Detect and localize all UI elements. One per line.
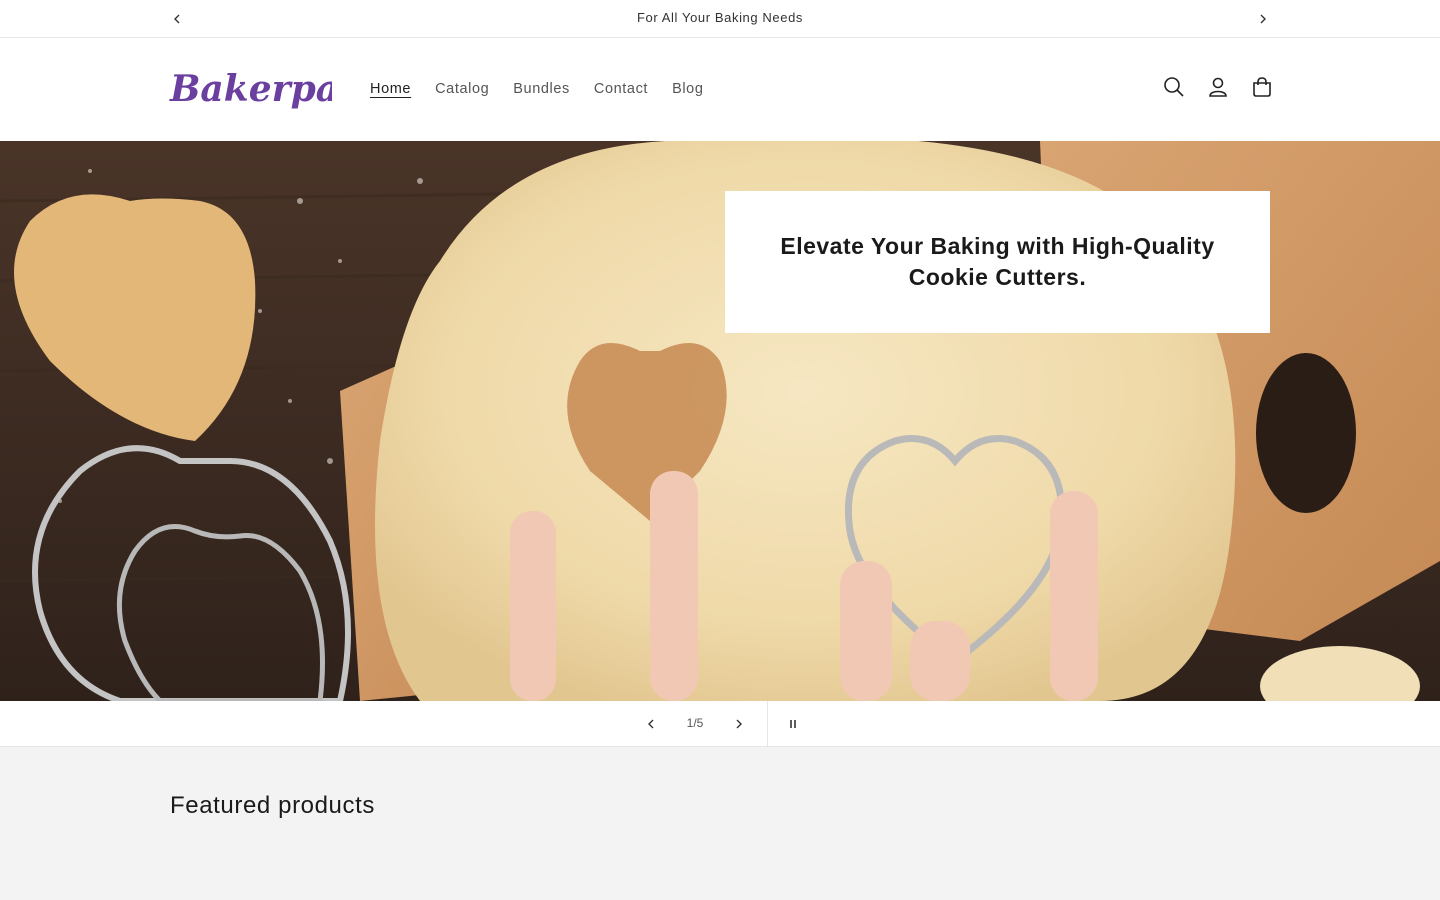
header-icons [1162, 75, 1274, 99]
cart-button[interactable] [1250, 75, 1274, 99]
announcement-next-button[interactable] [1253, 9, 1273, 29]
nav-item-catalog[interactable]: Catalog [423, 77, 501, 101]
cart-icon [1253, 77, 1271, 97]
logo-text: Bakerpan [169, 68, 332, 110]
slide-total: 5 [696, 716, 704, 730]
hero-slideshow: Elevate Your Baking with High-Quality Co… [0, 141, 1440, 701]
chevron-right-icon [1260, 14, 1266, 24]
slider-controls: 1/5 [0, 701, 1440, 747]
announcement-text: For All Your Baking Needs [636, 10, 804, 25]
hero-text-box: Elevate Your Baking with High-Quality Co… [725, 191, 1270, 333]
controls-divider [767, 701, 768, 747]
hero-heading: Elevate Your Baking with High-Quality Co… [780, 233, 1215, 290]
chevron-right-icon [736, 719, 742, 729]
site-header: Bakerpan Home Catalog Bundles Contact Bl… [0, 39, 1440, 141]
account-button[interactable] [1206, 75, 1230, 99]
nav-item-blog[interactable]: Blog [660, 77, 715, 101]
slide-counter: 1/5 [680, 716, 710, 730]
search-button[interactable] [1162, 75, 1186, 99]
search-icon [1164, 77, 1184, 97]
nav-item-home[interactable]: Home [358, 77, 423, 101]
nav-item-bundles[interactable]: Bundles [501, 77, 582, 101]
slider-prev-button[interactable] [640, 713, 662, 735]
logo[interactable]: Bakerpan [168, 61, 365, 117]
chevron-left-icon [648, 719, 654, 729]
nav-item-contact[interactable]: Contact [582, 77, 660, 101]
account-icon [1209, 77, 1227, 97]
main-nav: Home Catalog Bundles Contact Blog [358, 77, 715, 101]
featured-section: Featured products [0, 747, 1440, 900]
announcement-bar: For All Your Baking Needs [0, 0, 1440, 38]
slider-pause-button[interactable] [782, 713, 804, 735]
featured-title: Featured products [170, 792, 375, 819]
slider-next-button[interactable] [728, 713, 750, 735]
logo-wordmark: Bakerpan [169, 68, 365, 110]
pause-icon [790, 720, 796, 728]
